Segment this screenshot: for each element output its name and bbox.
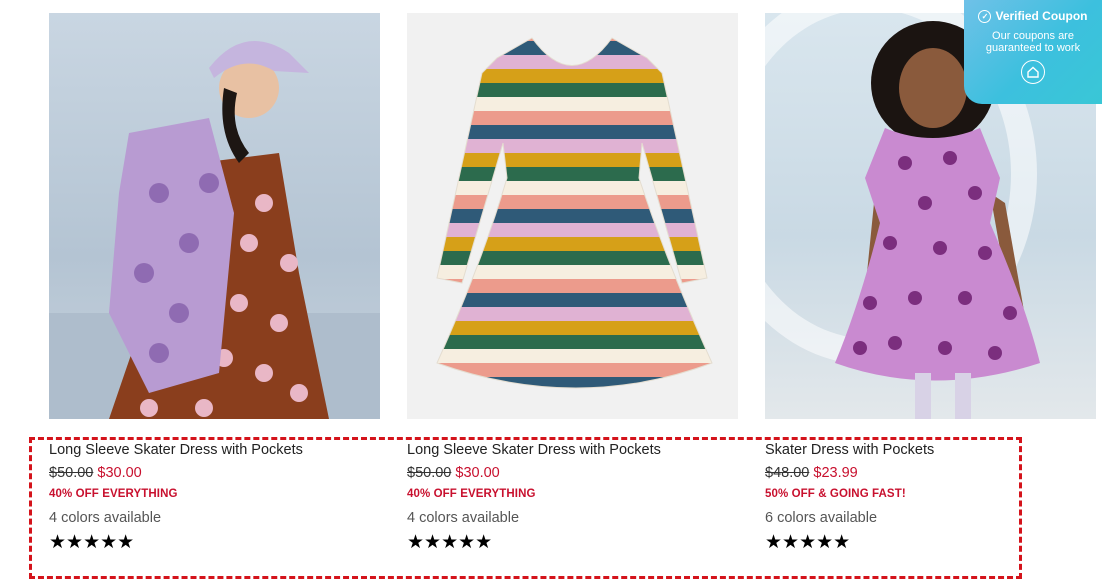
product-title[interactable]: Long Sleeve Skater Dress with Pockets bbox=[49, 440, 379, 460]
price-row: $48.00 $23.99 bbox=[765, 463, 1095, 483]
promo-text: 50% OFF & GOING FAST! bbox=[765, 488, 906, 500]
star-rating[interactable]: ★★★★★ bbox=[49, 533, 379, 553]
product-title[interactable]: Long Sleeve Skater Dress with Pockets bbox=[407, 440, 737, 460]
sale-price: $23.99 bbox=[813, 465, 858, 481]
product-title[interactable]: Skater Dress with Pockets bbox=[765, 440, 1095, 460]
original-price: $48.00 bbox=[765, 465, 810, 481]
badge-header: ✓ Verified Coupon bbox=[964, 9, 1102, 23]
star-rating[interactable]: ★★★★★ bbox=[407, 533, 737, 553]
price-row: $50.00 $30.00 bbox=[407, 463, 737, 483]
sale-price: $30.00 bbox=[455, 465, 500, 481]
badge-subtitle: Our coupons are guaranteed to work bbox=[985, 30, 1081, 54]
promo-text: 40% OFF EVERYTHING bbox=[407, 488, 536, 500]
product-card-1[interactable]: Long Sleeve Skater Dress with Pockets $5… bbox=[49, 440, 379, 553]
colors-available[interactable]: 4 colors available bbox=[49, 508, 379, 528]
product-image-1[interactable] bbox=[49, 13, 380, 419]
colors-available[interactable]: 4 colors available bbox=[407, 508, 737, 528]
check-circle-icon: ✓ bbox=[978, 9, 992, 23]
home-icon[interactable] bbox=[1021, 60, 1045, 84]
product-card-3[interactable]: Skater Dress with Pockets $48.00 $23.99 … bbox=[765, 440, 1095, 553]
original-price: $50.00 bbox=[49, 465, 94, 481]
product-image-2[interactable] bbox=[407, 13, 738, 419]
original-price: $50.00 bbox=[407, 465, 452, 481]
sale-price: $30.00 bbox=[97, 465, 142, 481]
colors-available[interactable]: 6 colors available bbox=[765, 508, 1095, 528]
verified-coupon-badge[interactable]: ✓ Verified Coupon Our coupons are guaran… bbox=[964, 0, 1102, 104]
product-card-2[interactable]: Long Sleeve Skater Dress with Pockets $5… bbox=[407, 440, 737, 553]
price-row: $50.00 $30.00 bbox=[49, 463, 379, 483]
promo-text: 40% OFF EVERYTHING bbox=[49, 488, 178, 500]
star-rating[interactable]: ★★★★★ bbox=[765, 533, 1095, 553]
badge-title: Verified Coupon bbox=[995, 9, 1088, 23]
